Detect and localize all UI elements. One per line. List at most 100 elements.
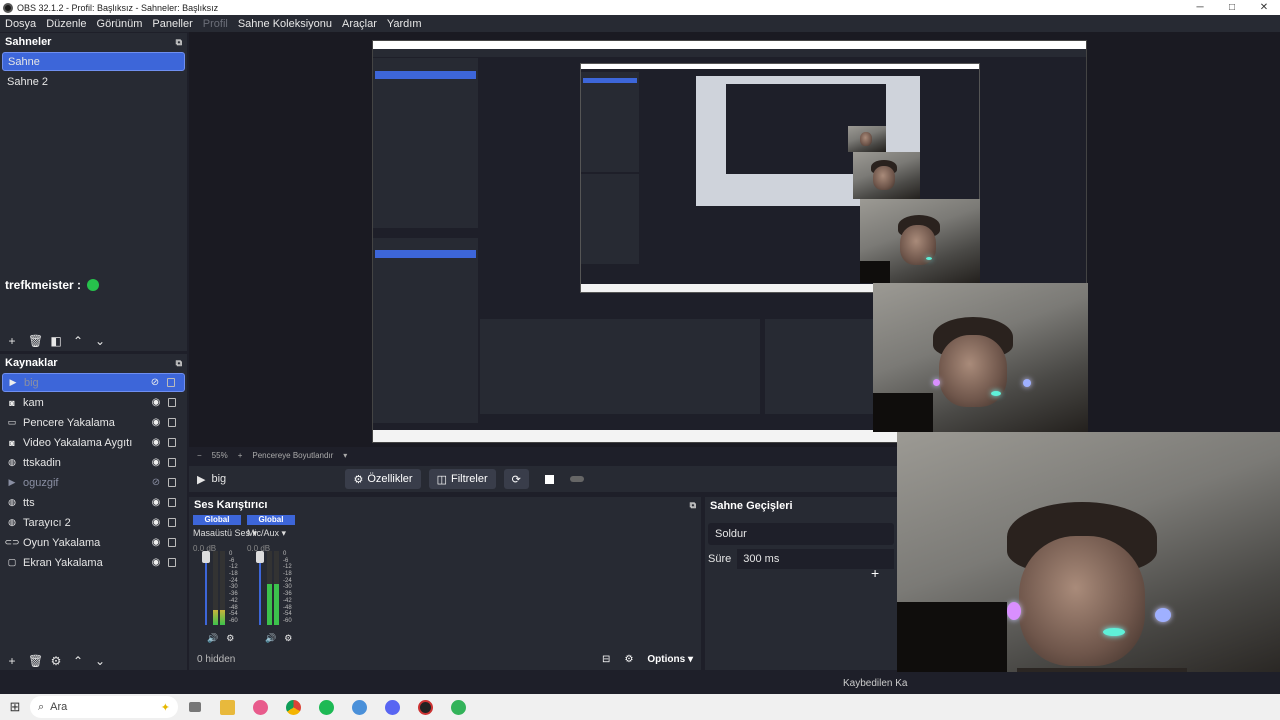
source-item-oyun-yakalama[interactable]: ⊂⊃ Oyun Yakalama ◉	[2, 533, 185, 552]
lock-icon[interactable]	[168, 498, 176, 507]
chrome-icon[interactable]	[277, 699, 310, 715]
source-item-oguzgif[interactable]: ▶ oguzgif ⊘	[2, 473, 185, 492]
menu-dosya[interactable]: Dosya	[0, 18, 41, 30]
source-item-tts[interactable]: ◍ tts ◉	[2, 493, 185, 512]
channel-icons: 🔊 ⚙	[265, 633, 292, 644]
volume-fader[interactable]	[202, 551, 210, 625]
app-icon[interactable]	[442, 699, 475, 715]
maximize-button[interactable]: □	[1216, 0, 1248, 15]
undock-icon[interactable]: ⧉	[690, 500, 696, 511]
source-label: ttskadin	[23, 456, 61, 469]
scene-filters-button[interactable]: ◧	[50, 334, 62, 348]
undock-icon[interactable]: ⧉	[176, 358, 182, 369]
properties-button[interactable]: ⚙ Özellikler	[345, 469, 421, 489]
source-item-pencere-yakalama[interactable]: ▭ Pencere Yakalama ◉	[2, 413, 185, 432]
eye-icon[interactable]: ◉	[150, 497, 162, 508]
sources-dock: Kaynaklar ⧉ ▶ big ⊘ ◙ kam ◉ ▭ Pencere Ya…	[0, 354, 187, 670]
channel-name[interactable]: Masaüstü Ses ▾	[193, 528, 257, 539]
move-source-down-button[interactable]: ⌄	[94, 654, 106, 668]
lock-icon[interactable]	[168, 478, 176, 487]
menu-araclar[interactable]: Araçlar	[337, 18, 382, 30]
play-icon[interactable]: ▶	[197, 473, 205, 486]
source-controls-bar: ▶ big ⚙ Özellikler ◫ Filtreler ⟳	[189, 466, 897, 492]
media-seek-slider[interactable]	[569, 476, 584, 482]
refresh-button[interactable]: ⟳	[503, 469, 529, 489]
lock-icon[interactable]	[168, 398, 176, 407]
chevron-down-icon[interactable]: ▾	[343, 451, 347, 460]
menu-gorunum[interactable]: Görünüm	[92, 18, 148, 30]
eye-icon[interactable]: ◉	[150, 397, 162, 408]
spotify-icon[interactable]	[310, 699, 343, 715]
add-scene-button[interactable]: +	[6, 334, 18, 348]
scene-item-sahne[interactable]: Sahne	[2, 52, 185, 71]
menu-profil[interactable]: Profil	[198, 18, 233, 30]
source-label: tts	[23, 496, 35, 509]
eye-icon[interactable]: ◉	[150, 437, 162, 448]
add-transition-button[interactable]: +	[871, 565, 879, 581]
channel-settings-icon[interactable]: ⚙	[284, 633, 292, 644]
paint-icon[interactable]	[244, 699, 277, 715]
monitor-icon: ▢	[7, 557, 17, 567]
source-properties-button[interactable]: ⚙	[50, 654, 62, 668]
lock-icon[interactable]	[168, 458, 176, 467]
close-button[interactable]: ✕	[1248, 0, 1280, 15]
lock-icon[interactable]	[168, 518, 176, 527]
filters-button[interactable]: ◫ Filtreler	[428, 469, 496, 489]
remove-source-button[interactable]: 🗑	[28, 654, 43, 668]
source-item-kam[interactable]: ◙ kam ◉	[2, 393, 185, 412]
stop-button[interactable]	[537, 469, 562, 489]
minimize-button[interactable]: ─	[1184, 0, 1216, 15]
refresh-icon: ⟳	[511, 473, 521, 486]
discord-icon[interactable]	[376, 699, 409, 715]
volume-fader[interactable]	[256, 551, 264, 625]
mixer-layout-icon[interactable]: ⊟	[602, 654, 610, 665]
move-source-up-button[interactable]: ⌃	[72, 654, 84, 668]
menu-duzenle[interactable]: Düzenle	[41, 18, 91, 30]
hidden-eye-icon[interactable]: ⊘	[149, 377, 161, 388]
menu-yardim[interactable]: Yardım	[382, 18, 427, 30]
move-scene-up-button[interactable]: ⌃	[72, 334, 84, 348]
hidden-eye-icon[interactable]: ⊘	[150, 477, 162, 488]
options-button[interactable]: Options ▾	[647, 654, 693, 665]
eye-icon[interactable]: ◉	[150, 537, 162, 548]
zoom-fit-dropdown[interactable]: Pencereye Boyutlandır	[252, 451, 333, 460]
source-item-big[interactable]: ▶ big ⊘	[2, 373, 185, 392]
menu-sahne-koleksiyonu[interactable]: Sahne Koleksiyonu	[233, 18, 337, 30]
taskbar-search[interactable]: ⌕ Ara ✦	[30, 696, 178, 718]
move-scene-down-button[interactable]: ⌄	[94, 334, 106, 348]
lock-icon[interactable]	[168, 438, 176, 447]
speaker-icon[interactable]: 🔊	[265, 633, 276, 644]
source-item-ekran-yakalama[interactable]: ▢ Ekran Yakalama ◉	[2, 553, 185, 572]
audio-meter	[267, 551, 272, 625]
source-item-ttskadin[interactable]: ◍ ttskadin ◉	[2, 453, 185, 472]
obs-taskbar-icon[interactable]	[409, 699, 442, 715]
mixer-settings-icon[interactable]: ⚙	[624, 654, 633, 665]
lock-icon[interactable]	[168, 558, 176, 567]
menu-paneller[interactable]: Paneller	[147, 18, 197, 30]
undock-icon[interactable]: ⧉	[176, 37, 182, 48]
channel-settings-icon[interactable]: ⚙	[226, 633, 234, 644]
source-item-video-yakalama[interactable]: ◙ Video Yakalama Aygıtı ◉	[2, 433, 185, 452]
zoom-bar: − 55% + Pencereye Boyutlandır ▾	[189, 448, 897, 462]
scene-item-sahne-2[interactable]: Sahne 2	[2, 72, 185, 91]
lock-icon[interactable]	[167, 378, 175, 387]
zoom-in-button[interactable]: +	[238, 451, 243, 460]
eye-icon[interactable]: ◉	[150, 417, 162, 428]
eye-icon[interactable]: ◉	[150, 517, 162, 528]
eye-icon[interactable]: ◉	[150, 557, 162, 568]
db-scale: 0 -6 -12 -18 -24 -30 -36 -42 -48 -54 -60	[229, 551, 238, 624]
transition-select[interactable]: Soldur	[708, 523, 894, 545]
lock-icon[interactable]	[168, 418, 176, 427]
remove-scene-button[interactable]: 🗑	[28, 334, 43, 348]
lock-icon[interactable]	[168, 538, 176, 547]
windows-start-icon[interactable]: ⊞	[0, 699, 30, 715]
eye-icon[interactable]: ◉	[150, 457, 162, 468]
source-item-tarayici-2[interactable]: ◍ Tarayıcı 2 ◉	[2, 513, 185, 532]
zoom-out-button[interactable]: −	[197, 451, 202, 460]
task-view-icon[interactable]	[178, 702, 211, 712]
speaker-icon[interactable]: 🔊	[207, 633, 218, 644]
file-explorer-icon[interactable]	[211, 699, 244, 715]
settings-app-icon[interactable]	[343, 699, 376, 715]
channel-name[interactable]: Mic/Aux ▾	[247, 528, 295, 539]
add-source-button[interactable]: +	[6, 654, 18, 668]
